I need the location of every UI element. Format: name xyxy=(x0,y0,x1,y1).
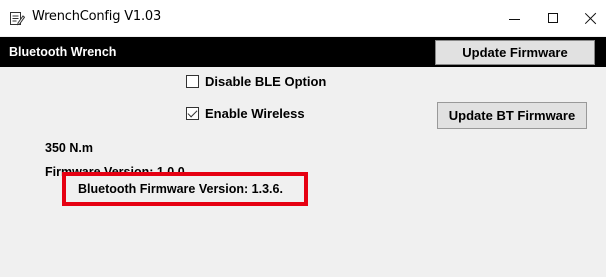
app-window: WrenchConfig V1.03 Bluetooth Wrench Upda… xyxy=(0,0,606,277)
torque-value: 350 N.m xyxy=(45,141,93,155)
close-button[interactable] xyxy=(568,0,606,36)
enable-wireless-label: Enable Wireless xyxy=(205,106,305,121)
disable-ble-checkbox[interactable] xyxy=(186,75,199,88)
disable-ble-label: Disable BLE Option xyxy=(205,74,327,89)
window-title: WrenchConfig V1.03 xyxy=(32,9,162,24)
disable-ble-checkbox-row[interactable]: Disable BLE Option xyxy=(186,74,326,89)
close-icon xyxy=(585,12,597,24)
notepad-edit-icon xyxy=(10,12,25,26)
update-firmware-button[interactable]: Update Firmware xyxy=(435,40,595,65)
header-title: Bluetooth Wrench xyxy=(9,45,117,59)
bt-firmware-highlight: Bluetooth Firmware Version: 1.3.6. xyxy=(62,172,308,206)
enable-wireless-checkbox[interactable] xyxy=(186,107,199,120)
maximize-icon xyxy=(548,13,558,23)
update-bt-firmware-button[interactable]: Update BT Firmware xyxy=(437,102,587,129)
enable-wireless-checkbox-row[interactable]: Enable Wireless xyxy=(186,106,305,121)
title-bar: WrenchConfig V1.03 xyxy=(0,0,606,36)
minimize-icon xyxy=(508,18,520,20)
bt-firmware-version-label: Bluetooth Firmware Version: 1.3.6. xyxy=(78,182,283,196)
